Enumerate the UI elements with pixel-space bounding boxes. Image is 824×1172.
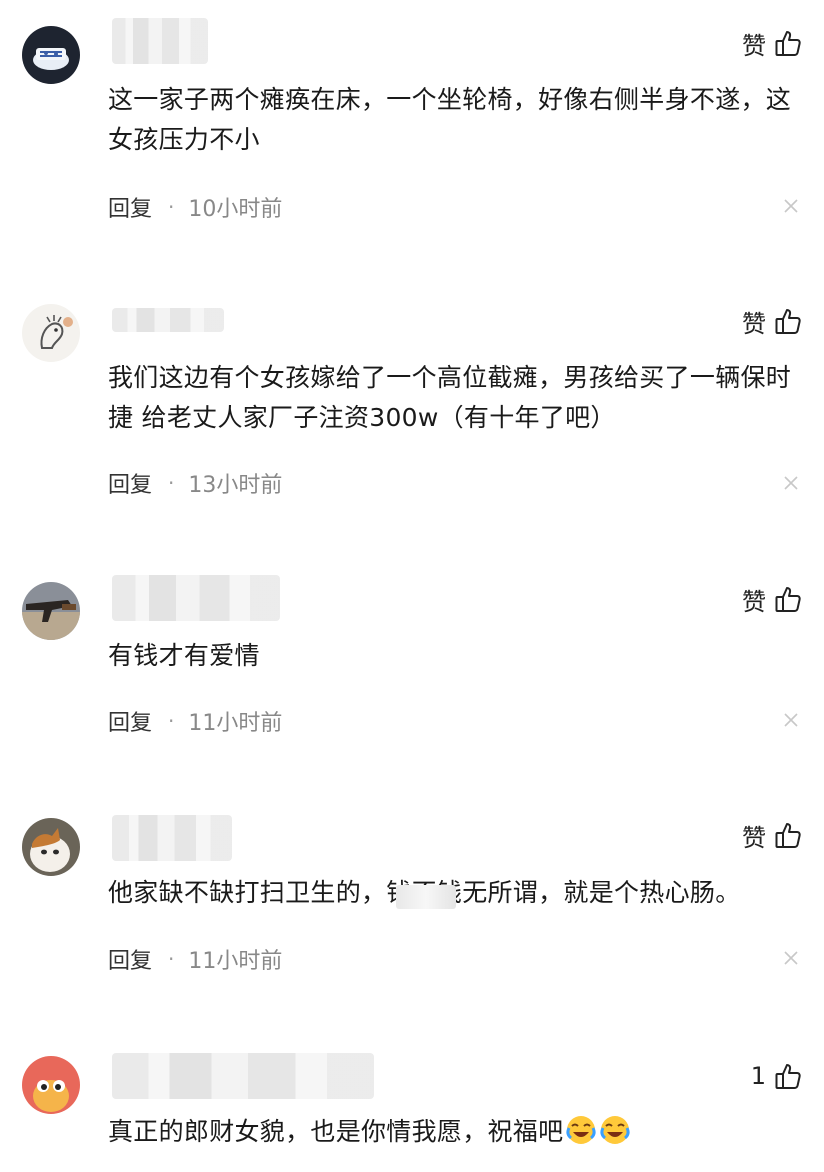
comment-meta: 回复 · 11小时前 (108, 705, 282, 737)
comment-text: 真正的郎财女貌，也是你情我愿，祝福吧 (108, 1117, 564, 1146)
thumbs-up-icon (775, 587, 801, 612)
comment-meta: 回复 · 11小时前 (108, 943, 282, 975)
close-icon[interactable] (784, 476, 798, 490)
comment-time: 13小时前 (188, 473, 283, 498)
like-label: 赞 (742, 309, 766, 338)
crying-laughing-emoji-icon (600, 1116, 631, 1144)
comment-text: 我们这边有个女孩嫁给了一个高位截瘫，男孩给买了一辆保时捷 给老丈人家厂子注资30… (108, 363, 792, 432)
like-button[interactable]: 赞 (742, 820, 802, 852)
comment-text: 这一家子两个瘫痪在床，一个坐轮椅，好像右侧半身不遂，这女孩压力不小 (108, 85, 792, 154)
avatar[interactable] (22, 304, 80, 362)
comment-time: 11小时前 (188, 949, 283, 974)
avatar[interactable] (22, 1056, 80, 1114)
comment-time: 11小时前 (188, 711, 283, 736)
username-blurred[interactable] (112, 575, 280, 621)
thumbs-up-icon (775, 31, 801, 56)
comment-meta: 回复 · 10小时前 (108, 191, 282, 223)
username-blurred[interactable] (112, 1053, 374, 1099)
separator: · (168, 709, 175, 733)
username-blurred[interactable] (112, 815, 232, 861)
reply-button[interactable]: 回复 (108, 467, 152, 499)
separator: · (168, 471, 175, 495)
like-count: 1 (750, 1062, 766, 1090)
reply-button[interactable]: 回复 (108, 943, 152, 975)
comment-text: 他家缺不缺打扫卫生的，钱不钱无所谓，就是个热心肠。 (108, 873, 813, 913)
reply-button[interactable]: 回复 (108, 705, 152, 737)
comment-text: 有钱才有爱情 (108, 641, 260, 670)
avatar[interactable] (22, 582, 80, 640)
like-label: 赞 (742, 31, 766, 60)
close-icon[interactable] (784, 713, 798, 727)
comment-text-wrap: 真正的郎财女貌，也是你情我愿，祝福吧 (108, 1112, 813, 1152)
close-icon[interactable] (784, 199, 798, 213)
reply-button[interactable]: 回复 (108, 191, 152, 223)
username-blurred[interactable] (112, 308, 224, 332)
like-label: 赞 (742, 587, 766, 616)
comment-meta: 回复 · 13小时前 (108, 467, 282, 499)
like-button[interactable]: 赞 (742, 306, 802, 338)
avatar[interactable] (22, 26, 80, 84)
crying-laughing-emoji-icon (566, 1116, 597, 1144)
like-button[interactable]: 1 (751, 1061, 802, 1091)
like-label: 赞 (742, 823, 766, 852)
username-blurred[interactable] (112, 18, 208, 64)
thumbs-up-icon (775, 1064, 801, 1089)
comment-time: 10小时前 (188, 197, 283, 222)
separator: · (168, 947, 175, 971)
thumbs-up-icon (775, 309, 801, 334)
avatar[interactable] (22, 818, 80, 876)
separator: · (168, 195, 175, 219)
blur-patch (396, 885, 456, 909)
thumbs-up-icon (775, 823, 801, 848)
like-button[interactable]: 赞 (742, 28, 802, 60)
like-button[interactable]: 赞 (742, 584, 802, 616)
close-icon[interactable] (784, 951, 798, 965)
